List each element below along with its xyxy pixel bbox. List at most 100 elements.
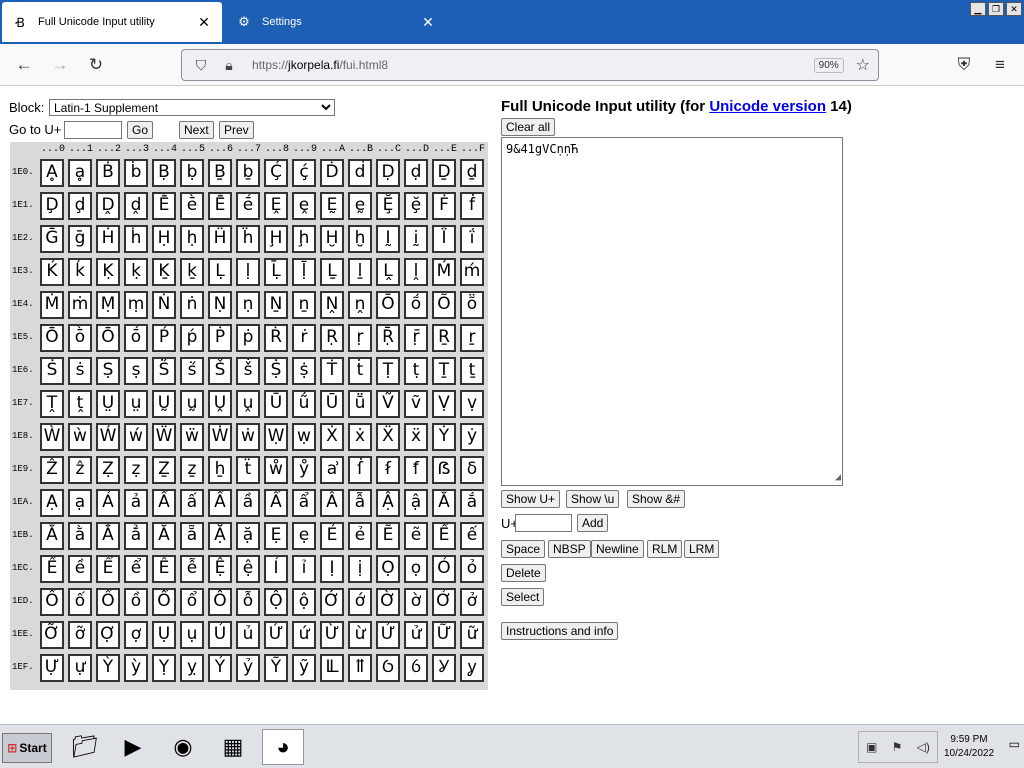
char-cell[interactable]: ḁ	[68, 159, 92, 187]
show-amp-hash-button[interactable]: Show &#	[627, 490, 686, 508]
goto-input[interactable]	[64, 121, 122, 139]
char-cell[interactable]: Ḯ	[432, 225, 456, 253]
char-cell[interactable]: ḛ	[348, 192, 372, 220]
char-cell[interactable]: Ṛ	[320, 324, 344, 352]
char-cell[interactable]: ỽ	[404, 654, 428, 682]
char-cell[interactable]: ḱ	[68, 258, 92, 286]
char-cell[interactable]: ṓ	[124, 324, 148, 352]
next-button[interactable]: Next	[179, 121, 214, 139]
char-cell[interactable]: Ṁ	[40, 291, 64, 319]
char-cell[interactable]: ỳ	[124, 654, 148, 682]
prev-button[interactable]: Prev	[219, 121, 254, 139]
char-cell[interactable]: ḣ	[124, 225, 148, 253]
char-cell[interactable]: Ẏ	[432, 423, 456, 451]
output-textarea[interactable]: 9&41gVϹṇṇЋ ◢	[501, 137, 843, 486]
char-cell[interactable]: Ỵ	[152, 654, 176, 682]
char-cell[interactable]: Ṩ	[264, 357, 288, 385]
char-cell[interactable]: ạ	[68, 489, 92, 517]
char-cell[interactable]: Ḽ	[376, 258, 400, 286]
char-cell[interactable]: Ṱ	[40, 390, 64, 418]
char-cell[interactable]: Ặ	[208, 522, 232, 550]
char-cell[interactable]: Ḃ	[96, 159, 120, 187]
char-cell[interactable]: ḅ	[180, 159, 204, 187]
char-cell[interactable]: ẗ	[236, 456, 260, 484]
char-cell[interactable]: ẞ	[432, 456, 456, 484]
char-cell[interactable]: ṯ	[460, 357, 484, 385]
char-cell[interactable]: ḃ	[124, 159, 148, 187]
char-cell[interactable]: ẉ	[292, 423, 316, 451]
char-cell[interactable]: ṥ	[180, 357, 204, 385]
space-button[interactable]: Space	[501, 540, 546, 558]
char-cell[interactable]: ḻ	[348, 258, 372, 286]
go-button[interactable]: Go	[127, 121, 154, 139]
char-cell[interactable]: Ằ	[40, 522, 64, 550]
char-cell[interactable]: ể	[124, 555, 148, 583]
char-cell[interactable]: ẅ	[180, 423, 204, 451]
char-cell[interactable]: ở	[460, 588, 484, 616]
char-cell[interactable]: ẖ	[208, 456, 232, 484]
char-cell[interactable]: ṣ	[124, 357, 148, 385]
char-cell[interactable]: Ẳ	[96, 522, 120, 550]
char-cell[interactable]: Ḏ	[432, 159, 456, 187]
close-window-button[interactable]: ✕	[1006, 2, 1022, 16]
char-cell[interactable]: ṕ	[180, 324, 204, 352]
char-cell[interactable]: ṙ	[292, 324, 316, 352]
char-cell[interactable]: ṋ	[348, 291, 372, 319]
pocket-icon[interactable]: ⛨	[952, 53, 976, 77]
char-cell[interactable]: ḡ	[68, 225, 92, 253]
char-cell[interactable]: Ẻ	[320, 522, 344, 550]
char-cell[interactable]: Ắ	[432, 489, 456, 517]
char-cell[interactable]: Ṅ	[152, 291, 176, 319]
char-cell[interactable]: ỹ	[292, 654, 316, 682]
char-cell[interactable]: Ṭ	[376, 357, 400, 385]
char-cell[interactable]: Ṕ	[152, 324, 176, 352]
char-cell[interactable]: Ừ	[320, 621, 344, 649]
char-cell[interactable]: ớ	[348, 588, 372, 616]
char-cell[interactable]: Ớ	[320, 588, 344, 616]
char-cell[interactable]: ủ	[236, 621, 260, 649]
char-cell[interactable]: ṧ	[236, 357, 260, 385]
url-text[interactable]: https://jkorpela.fi/fui.html8	[252, 58, 814, 72]
char-cell[interactable]: ặ	[236, 522, 260, 550]
char-cell[interactable]: Ệ	[208, 555, 232, 583]
char-cell[interactable]: ẃ	[124, 423, 148, 451]
char-cell[interactable]: ề	[68, 555, 92, 583]
char-cell[interactable]: ờ	[404, 588, 428, 616]
char-cell[interactable]: Ẓ	[96, 456, 120, 484]
char-cell[interactable]: ṇ	[236, 291, 260, 319]
char-cell[interactable]: ẝ	[404, 456, 428, 484]
char-cell[interactable]: Ỷ	[208, 654, 232, 682]
char-cell[interactable]: ữ	[460, 621, 484, 649]
char-cell[interactable]: ṟ	[460, 324, 484, 352]
char-cell[interactable]: ḏ	[460, 159, 484, 187]
char-cell[interactable]: Ḩ	[264, 225, 288, 253]
char-cell[interactable]: Ứ	[264, 621, 288, 649]
char-cell[interactable]: ẏ	[460, 423, 484, 451]
char-cell[interactable]: ḟ	[460, 192, 484, 220]
char-cell[interactable]: ṱ	[68, 390, 92, 418]
char-cell[interactable]: ṷ	[236, 390, 260, 418]
char-cell[interactable]: Ẍ	[376, 423, 400, 451]
show-desktop-icon[interactable]: ▭	[1009, 737, 1020, 751]
char-cell[interactable]: Ố	[40, 588, 64, 616]
char-cell[interactable]: Ḉ	[264, 159, 288, 187]
char-cell[interactable]: Ḋ	[320, 159, 344, 187]
char-cell[interactable]: Ỏ	[432, 555, 456, 583]
char-cell[interactable]: ỡ	[68, 621, 92, 649]
char-cell[interactable]: ị	[348, 555, 372, 583]
char-cell[interactable]: Ṑ	[40, 324, 64, 352]
instructions-button[interactable]: Instructions and info	[501, 622, 619, 640]
char-cell[interactable]: ṅ	[180, 291, 204, 319]
char-cell[interactable]: Ṻ	[320, 390, 344, 418]
char-cell[interactable]: ệ	[236, 555, 260, 583]
close-tab-icon[interactable]: ✕	[420, 14, 436, 31]
zoom-level-badge[interactable]: 90%	[813, 57, 844, 73]
char-cell[interactable]: Ẅ	[152, 423, 176, 451]
char-cell[interactable]: ṫ	[348, 357, 372, 385]
char-cell[interactable]: ọ	[404, 555, 428, 583]
char-cell[interactable]: ẘ	[264, 456, 288, 484]
char-cell[interactable]: ṍ	[404, 291, 428, 319]
char-cell[interactable]: ẟ	[460, 456, 484, 484]
char-cell[interactable]: Ể	[96, 555, 120, 583]
char-cell[interactable]: Ṡ	[40, 357, 64, 385]
